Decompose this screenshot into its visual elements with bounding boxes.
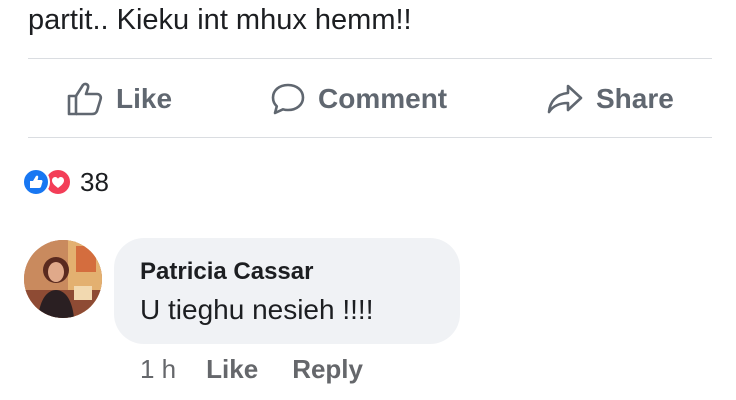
speech-bubble-icon [271,83,305,115]
comment-bubble: Patricia Cassar U tieghu nesieh !!!! [114,238,460,344]
comment-button[interactable]: Comment [270,60,447,138]
comment-label: Comment [318,83,448,114]
like-reaction-icon [22,168,50,196]
bottom-divider [28,137,712,138]
avatar[interactable] [24,240,102,318]
comment-text: U tieghu nesieh !!!! [140,294,374,325]
like-button[interactable]: Like [66,60,172,138]
comment-reply-button[interactable]: Reply [292,354,363,385]
reaction-count: 38 [80,166,109,197]
post-text: partit.. Kieku int mhux hemm!! [28,4,412,36]
like-label: Like [116,83,173,114]
share-arrow-icon [547,84,583,114]
thumbs-up-icon [67,82,103,116]
comment-like-button[interactable]: Like [206,354,258,385]
share-button[interactable]: Share [546,60,674,138]
share-label: Share [596,83,674,114]
post-action-bar: Like Comment Share [28,60,712,138]
comment-meta: 1 h Like Reply [140,352,363,386]
comment-author[interactable]: Patricia Cassar [140,258,313,286]
top-divider [28,58,712,59]
reactions-summary[interactable]: 38 [22,166,109,198]
comment-timestamp[interactable]: 1 h [140,354,176,385]
